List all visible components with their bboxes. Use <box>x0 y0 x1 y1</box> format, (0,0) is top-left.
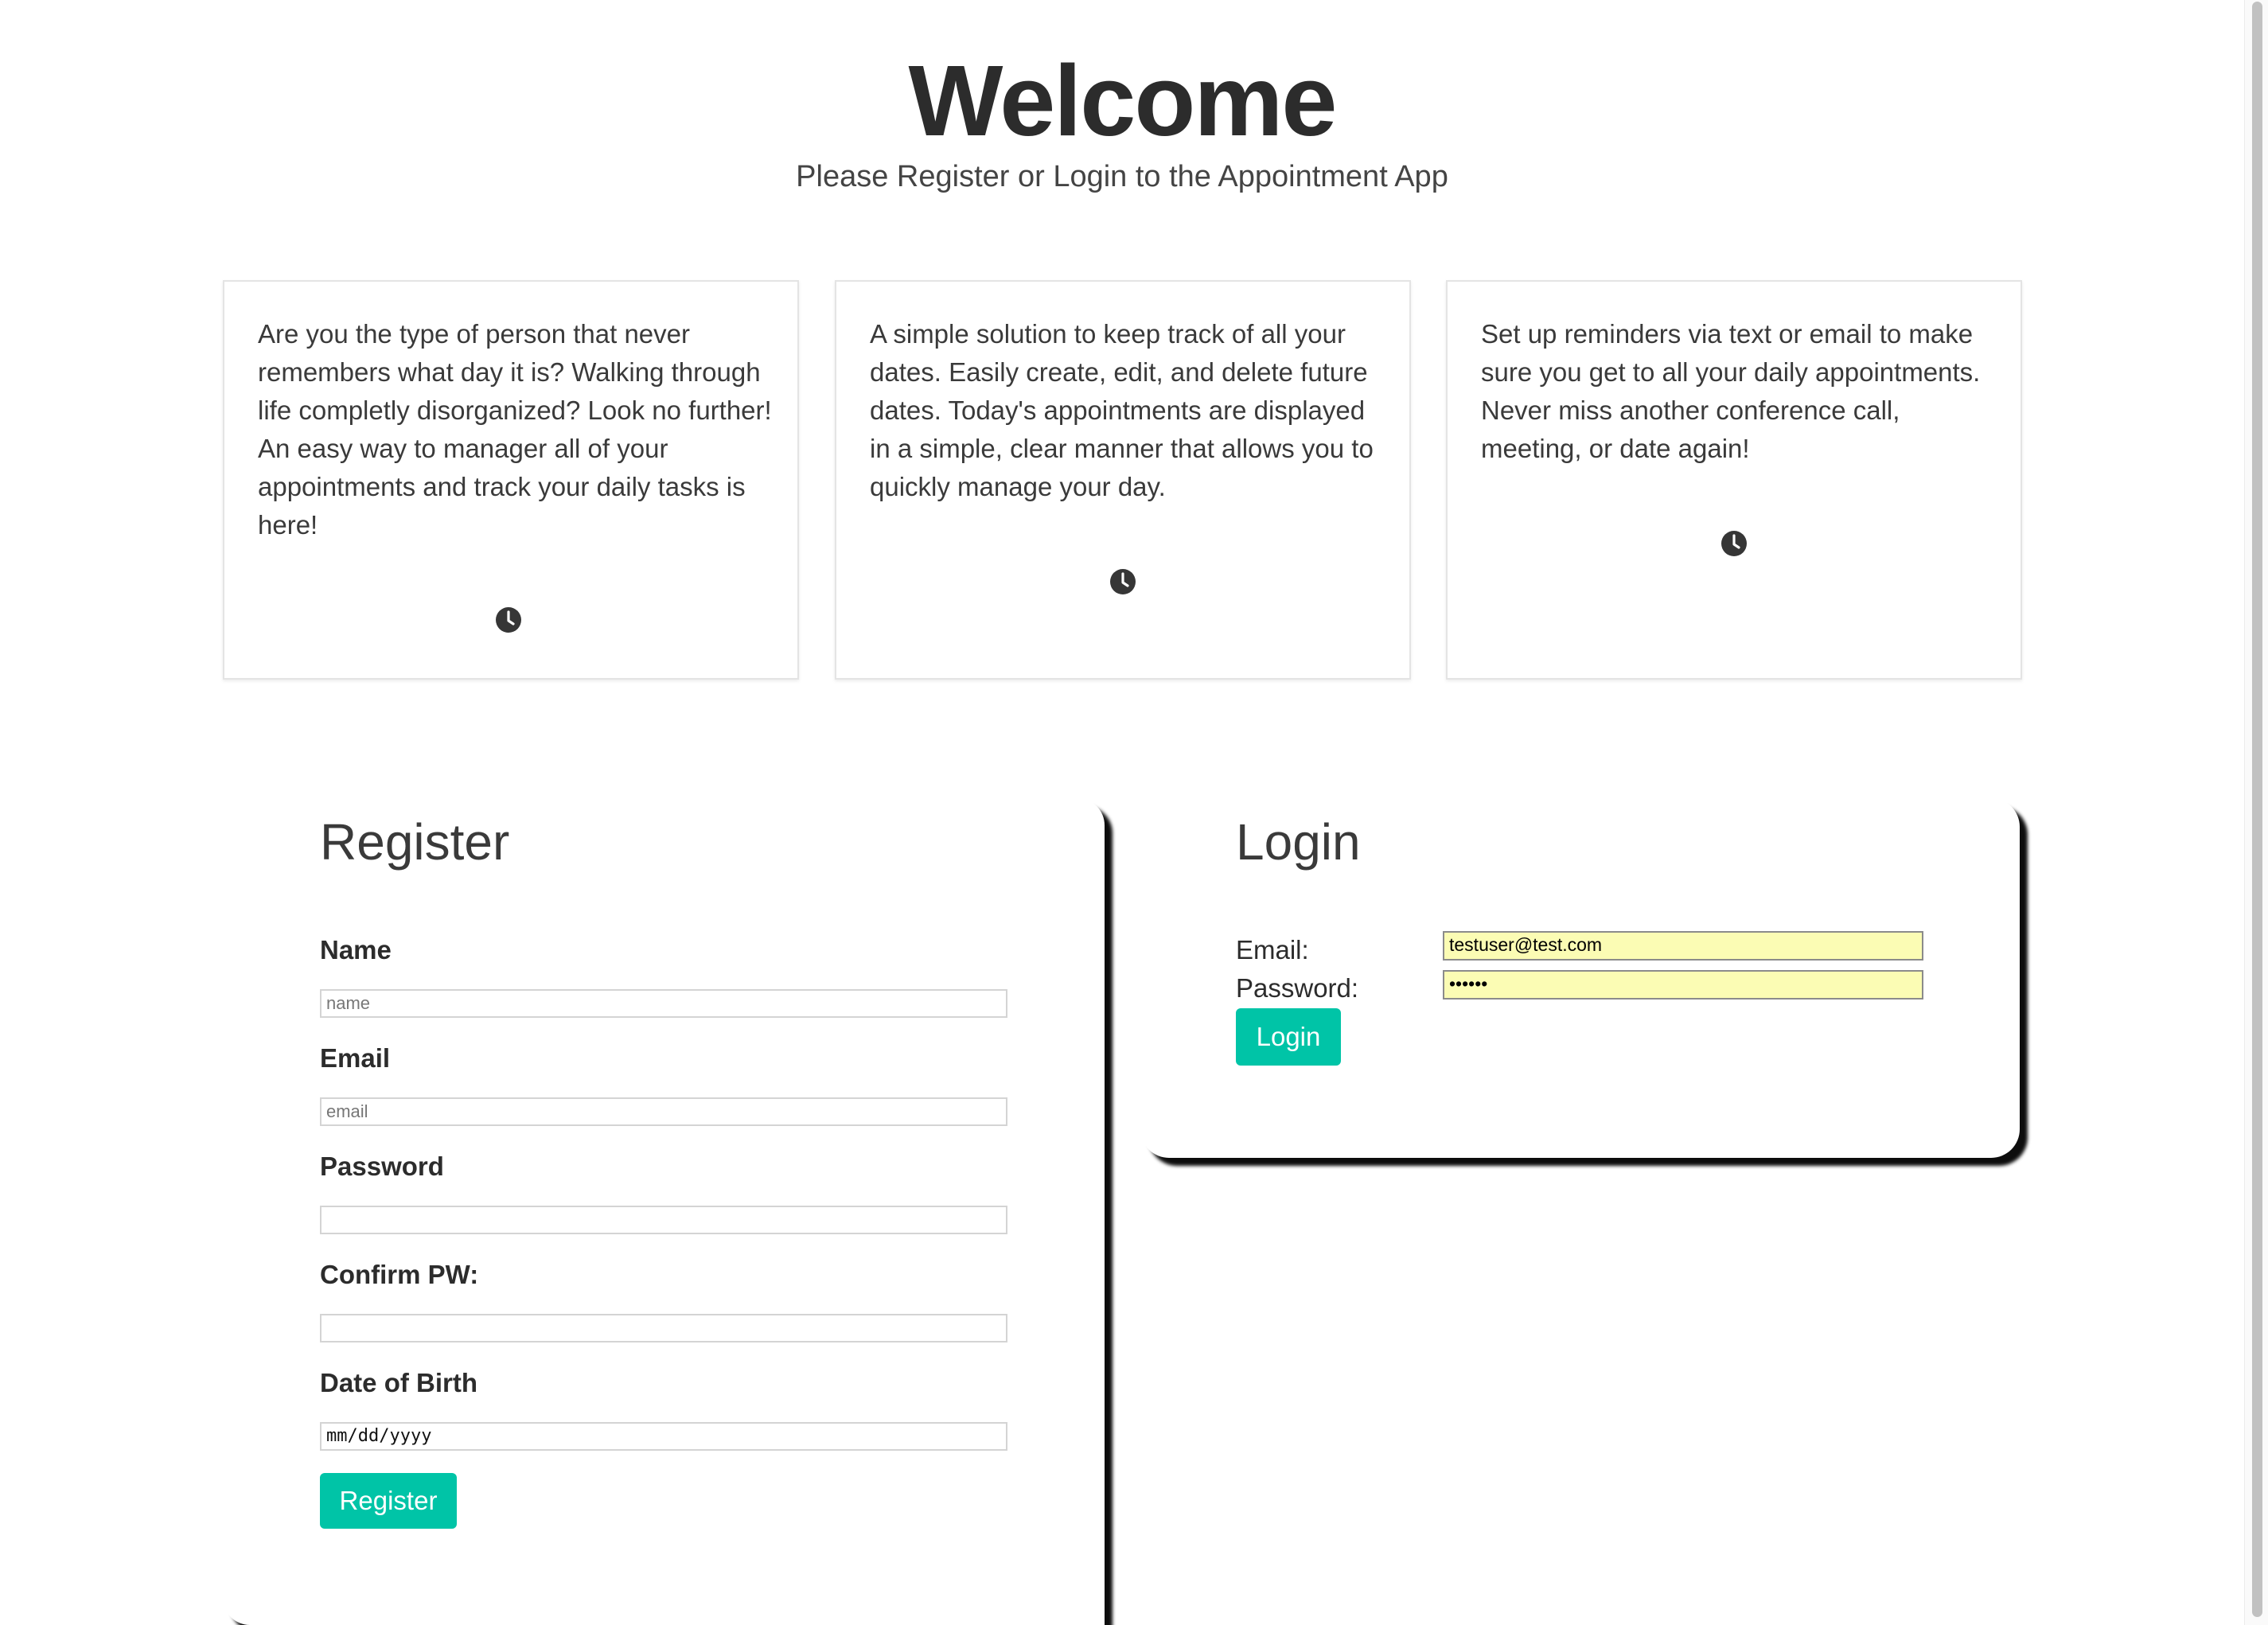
page-title: Welcome <box>908 45 1338 157</box>
email-input[interactable] <box>320 1097 1007 1126</box>
feature-card: Set up reminders via text or email to ma… <box>1446 280 2022 680</box>
feature-card: Are you the type of person that never re… <box>223 280 799 680</box>
email-label: Email <box>320 1043 391 1073</box>
login-panel: Login Email: testuser@test.com Password:… <box>1140 798 2020 1158</box>
login-button[interactable]: Login <box>1236 1008 1341 1066</box>
feature-card-text: A simple solution to keep track of all y… <box>870 319 1374 501</box>
confirm-password-input[interactable] <box>320 1314 1007 1342</box>
scrollbar-thumb[interactable] <box>2252 2 2262 1617</box>
name-label: Name <box>320 935 392 964</box>
login-heading: Login <box>1236 813 1361 871</box>
login-email-label: Email: <box>1236 935 1309 964</box>
feature-card-text: Are you the type of person that never re… <box>258 319 772 540</box>
clock-icon <box>496 607 521 633</box>
login-password-input[interactable]: •••••• <box>1443 970 1923 1000</box>
register-heading: Register <box>320 813 510 871</box>
login-email-input[interactable]: testuser@test.com <box>1443 931 1923 961</box>
register-panel: Register Name Email Password Confirm PW:… <box>223 798 1105 1625</box>
name-input[interactable] <box>320 989 1007 1018</box>
confirm-password-label: Confirm PW: <box>320 1260 479 1289</box>
register-button[interactable]: Register <box>320 1473 457 1529</box>
clock-icon <box>1721 531 1747 556</box>
feature-card-text: Set up reminders via text or email to ma… <box>1481 319 1981 463</box>
password-label: Password <box>320 1152 444 1181</box>
page-subtitle: Please Register or Login to the Appointm… <box>796 160 1448 193</box>
login-password-label: Password: <box>1236 973 1359 1003</box>
feature-card: A simple solution to keep track of all y… <box>835 280 1411 680</box>
clock-icon <box>1110 569 1136 594</box>
vertical-scrollbar[interactable] <box>2244 0 2268 1625</box>
page: Welcome Please Register or Login to the … <box>0 0 2268 1625</box>
date-of-birth-label: Date of Birth <box>320 1368 477 1397</box>
password-input[interactable] <box>320 1206 1007 1234</box>
date-of-birth-input[interactable]: mm/dd/yyyy <box>320 1422 1007 1451</box>
